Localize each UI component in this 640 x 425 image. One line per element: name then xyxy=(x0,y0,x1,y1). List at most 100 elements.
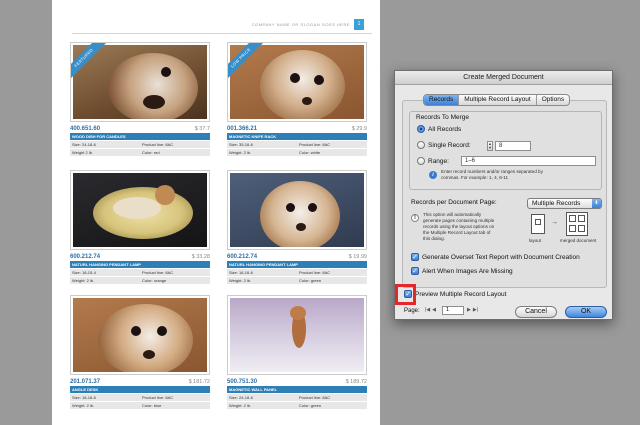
product-line: Product line: 8AC xyxy=(142,395,174,400)
overset-report-checkbox[interactable]: ✓ xyxy=(411,253,419,261)
cancel-button[interactable]: Cancel xyxy=(515,306,557,318)
product-sku: 600.212.74 xyxy=(227,254,258,260)
product-title: NATURL HANGING PENDANT LAMP xyxy=(70,261,210,268)
layout-caption: layout xyxy=(529,238,542,243)
product-sku: 400.651.60 xyxy=(70,126,101,132)
product-line: Product line: 8AC xyxy=(299,270,331,275)
product-title: MAGNETIC KNIFE RACK xyxy=(227,133,367,140)
product-card: FEATURED 400.651.60 $ 37.7 WOOD DISH FOR… xyxy=(70,42,210,158)
catalog-page: COMPANY NAME OR SLOGAN GOES HERE 1 FEATU… xyxy=(52,0,380,425)
product-weight: Weight: 2 lb. xyxy=(72,278,95,283)
range-label: Range: xyxy=(428,157,449,165)
company-slogan: COMPANY NAME OR SLOGAN GOES HERE xyxy=(251,22,350,27)
page-number: 1 xyxy=(354,19,364,30)
product-weight: Weight: 2 lb. xyxy=(229,278,252,283)
product-photo xyxy=(70,170,210,250)
product-size: Size: 24-18-6 xyxy=(229,395,253,400)
range-option[interactable]: Range: xyxy=(417,157,449,165)
product-color: Color: green xyxy=(299,278,322,283)
dialog-tabs: Records Multiple Record Layout Options xyxy=(423,94,571,106)
product-price: $ 33.28 xyxy=(191,254,210,260)
page-field[interactable]: 1 xyxy=(442,306,464,315)
product-weight: Weight: 2 lb. xyxy=(229,150,252,155)
tab-options[interactable]: Options xyxy=(537,95,569,105)
records-group-title: Records To Merge xyxy=(416,114,469,121)
tab-multiple-record-layout[interactable]: Multiple Record Layout xyxy=(459,95,537,105)
product-color: Color: white xyxy=(299,150,321,155)
all-records-option[interactable]: All Records xyxy=(417,125,461,133)
product-title: ANGLE DESK xyxy=(70,386,210,393)
page-label: Page: xyxy=(404,308,420,314)
product-line: Product line: 8AC xyxy=(299,142,331,147)
info-icon: i xyxy=(429,171,437,179)
product-line: Product line: 8AC xyxy=(299,395,331,400)
merged-document-caption: merged document xyxy=(560,238,597,243)
overset-report-option[interactable]: ✓ Generate Overset Text Report with Docu… xyxy=(411,253,580,261)
ok-button[interactable]: OK xyxy=(565,306,607,318)
single-record-option[interactable]: Single Record: xyxy=(417,141,471,149)
product-sku: 600.212.74 xyxy=(70,254,101,260)
product-title: MAGNETIC WALL PANEL xyxy=(227,386,367,393)
product-weight: Weight: 2 lb. xyxy=(72,403,95,408)
single-record-stepper[interactable]: ▲ ▼ xyxy=(487,141,493,151)
single-record-field[interactable]: 8 xyxy=(495,141,531,151)
product-line: Product line: 8AC xyxy=(142,270,174,275)
next-page-icon[interactable]: ▶ xyxy=(467,307,471,313)
product-size: Size: 24-18-6 xyxy=(72,142,96,147)
product-card: 600.212.74 $ 19.99 NATURL HANGING PENDAN… xyxy=(227,170,367,286)
product-price: $ 19.99 xyxy=(348,254,367,260)
single-record-radio[interactable] xyxy=(417,141,425,149)
product-card: LOW PRICE 001.366.21 $ 29.9 MAGNETIC KNI… xyxy=(227,42,367,158)
page-header: COMPANY NAME OR SLOGAN GOES HERE 1 xyxy=(72,16,372,34)
product-size: Size: 35-16-6 xyxy=(229,142,253,147)
product-price: $ 29.9 xyxy=(351,126,367,132)
product-title: WOOD DISH FOR CANDLES xyxy=(70,133,210,140)
range-field[interactable]: 1–6 xyxy=(461,156,596,166)
product-color: Color: red xyxy=(142,150,160,155)
last-page-icon[interactable]: ▶| xyxy=(473,307,478,313)
product-color: Color: orange xyxy=(142,278,167,283)
dialog-title: Create Merged Document xyxy=(395,71,612,85)
product-sku: 500.751.30 xyxy=(227,379,258,385)
single-record-label: Single Record: xyxy=(428,141,471,149)
missing-images-label: Alert When Images Are Missing xyxy=(422,267,513,275)
product-sku: 001.366.21 xyxy=(227,126,258,132)
range-radio[interactable] xyxy=(417,157,425,165)
layout-preview-icon xyxy=(531,214,545,234)
product-photo: LOW PRICE xyxy=(227,42,367,122)
product-color: Color: green xyxy=(299,403,322,408)
product-title: NATURL HANGING PENDANT LAMP xyxy=(227,261,367,268)
product-size: Size: 16-16-6 xyxy=(229,270,253,275)
product-photo xyxy=(227,295,367,375)
records-per-page-value: Multiple Records xyxy=(532,200,581,207)
preview-layout-label: Preview Multiple Record Layout xyxy=(415,290,507,298)
product-sku: 201.071.37 xyxy=(70,379,101,385)
previous-page-icon[interactable]: ◀ xyxy=(432,307,436,313)
product-weight: Weight: 2 lb. xyxy=(229,403,252,408)
product-line: Product line: 8AC xyxy=(142,142,174,147)
product-photo xyxy=(227,170,367,250)
exclamation-icon: ! xyxy=(411,214,419,222)
missing-images-option[interactable]: ✓ Alert When Images Are Missing xyxy=(411,267,513,275)
page-navigation: |◀ ◀ xyxy=(425,307,438,313)
info-line5: this dialog. xyxy=(423,236,445,241)
highlight-box xyxy=(395,284,416,305)
merged-document-icon xyxy=(566,212,588,236)
preview-layout-option[interactable]: ✓ Preview Multiple Record Layout xyxy=(404,290,506,298)
product-card: 201.071.37 $ 181.72 ANGLE DESK Size: 18-… xyxy=(70,295,210,411)
product-price: $ 189.72 xyxy=(345,379,367,385)
missing-images-checkbox[interactable]: ✓ xyxy=(411,267,419,275)
product-price: $ 181.72 xyxy=(188,379,210,385)
page-navigation-next: ▶ ▶| xyxy=(467,307,480,313)
all-records-radio[interactable] xyxy=(417,125,425,133)
product-color: Color: blue xyxy=(142,403,162,408)
product-weight: Weight 2 lb. xyxy=(72,150,94,155)
tab-records[interactable]: Records xyxy=(424,95,460,105)
product-price: $ 37.7 xyxy=(194,126,210,132)
product-card: 600.212.74 $ 33.28 NATURL HANGING PENDAN… xyxy=(70,170,210,286)
records-per-page-label: Records per Document Page: xyxy=(411,199,497,206)
first-page-icon[interactable]: |◀ xyxy=(425,307,430,313)
chevron-updown-icon: ⬍ xyxy=(592,199,601,208)
records-per-page-select[interactable]: Multiple Records ⬍ xyxy=(527,198,602,209)
create-merged-document-dialog: Create Merged Document Records Multiple … xyxy=(394,70,613,320)
